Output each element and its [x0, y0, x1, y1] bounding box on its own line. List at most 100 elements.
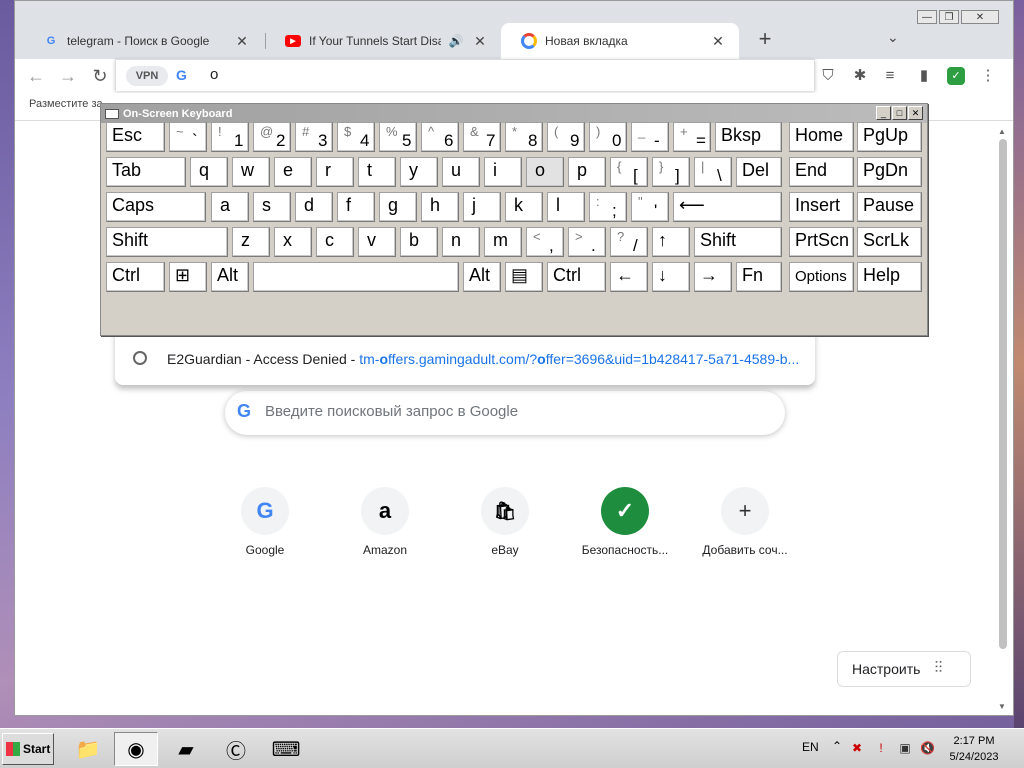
system-clock[interactable]: 2:17 PM 5/24/2023 [944, 733, 1004, 765]
key-del[interactable]: Del [736, 157, 782, 187]
address-bar[interactable]: VPN G o [115, 59, 815, 91]
key-c[interactable]: c [316, 227, 354, 257]
key-y[interactable]: y [400, 157, 438, 187]
back-icon[interactable]: ← [25, 65, 47, 87]
key-shift[interactable]: Shift [106, 227, 228, 257]
key-8[interactable]: * 8 [505, 122, 543, 152]
key-left-arrow[interactable]: ← [610, 262, 648, 292]
shield-extension-icon[interactable]: ⛉ [819, 67, 837, 85]
reload-icon[interactable]: ↻ [89, 65, 111, 87]
tab-new-tab[interactable]: Новая вкладка ✕ [501, 23, 739, 59]
key-4[interactable]: $4 [337, 122, 375, 152]
key-k[interactable]: k [505, 192, 543, 222]
tab-telegram-search[interactable]: G telegram - Поиск в Google ✕ [23, 23, 263, 59]
media-control-icon[interactable]: ≡ [881, 67, 899, 85]
shortcut-amazon[interactable]: a Amazon [329, 487, 441, 557]
shortcut-security[interactable]: ✓ Безопасность... [569, 487, 681, 557]
key-s[interactable]: s [253, 192, 291, 222]
start-button[interactable]: Start [2, 733, 54, 765]
close-icon[interactable]: ✕ [233, 33, 251, 50]
key-sym[interactable]: :; [589, 192, 627, 222]
language-indicator[interactable]: EN [802, 740, 819, 754]
key-5[interactable]: % 5 [379, 122, 417, 152]
key-v[interactable]: v [358, 227, 396, 257]
menu-icon[interactable]: ⋮ [979, 67, 997, 85]
key-l[interactable]: l [547, 192, 585, 222]
shortcut-google[interactable]: G Google [209, 487, 321, 557]
key-d[interactable]: d [295, 192, 333, 222]
key-scrlk[interactable]: ScrLk [857, 227, 922, 257]
key-sym[interactable]: _ - [631, 122, 669, 152]
address-input[interactable]: o [210, 66, 218, 83]
file-explorer-icon[interactable]: 📁 [66, 732, 110, 766]
key-down-arrow[interactable]: ↓ [652, 262, 690, 292]
shortcut-ebay[interactable]: 🛍 eBay [449, 487, 561, 557]
key-insert[interactable]: Insert [789, 192, 854, 222]
volume-muted-icon[interactable]: 🔇 [920, 741, 935, 755]
key-caps[interactable]: Caps [106, 192, 206, 222]
osk-title-bar[interactable]: On-Screen Keyboard _ □ ✕ [101, 104, 927, 123]
key-b[interactable]: b [400, 227, 438, 257]
scroll-down-icon[interactable]: ▼ [998, 702, 1006, 711]
key-sym[interactable]: <, [526, 227, 564, 257]
key-pause[interactable]: Pause [857, 192, 922, 222]
close-icon[interactable]: ✕ [709, 33, 727, 50]
key-help[interactable]: Help [857, 262, 922, 292]
key-sym[interactable]: }] [652, 157, 690, 187]
speaker-icon[interactable]: 🔊 [447, 34, 465, 48]
page-scrollbar[interactable]: ▲ ▼ [997, 125, 1009, 713]
vpn-badge[interactable]: VPN [126, 66, 168, 86]
scroll-thumb[interactable] [999, 139, 1007, 649]
key-enter[interactable]: ⟵ [673, 192, 782, 222]
warning-icon[interactable]: ! [874, 741, 888, 755]
key-u[interactable]: u [442, 157, 480, 187]
shortcut-add[interactable]: + Добавить соч... [689, 487, 801, 557]
key-sym[interactable]: ? / [610, 227, 648, 257]
key-home[interactable]: Home [789, 122, 854, 152]
key-context-menu[interactable]: ▤ [505, 262, 543, 292]
minimize-icon[interactable]: — [917, 10, 937, 24]
key-o[interactable]: o [526, 157, 564, 187]
key-x[interactable]: x [274, 227, 312, 257]
key-options[interactable]: Options [789, 262, 854, 292]
minimize-icon[interactable]: _ [876, 106, 891, 120]
key-i[interactable]: i [484, 157, 522, 187]
key-backslash[interactable]: | \ [694, 157, 732, 187]
tab-search-icon[interactable]: ⌄ [887, 29, 899, 46]
key-t[interactable]: t [358, 157, 396, 187]
chrome-taskbar-icon[interactable]: ◉ [114, 732, 158, 766]
key-z[interactable]: z [232, 227, 270, 257]
usb-icon[interactable]: ▣ [898, 741, 912, 755]
key-sym[interactable]: + = [673, 122, 711, 152]
key-prtscn[interactable]: PrtScn [789, 227, 854, 257]
key-right-arrow[interactable]: → [694, 262, 732, 292]
network-error-icon[interactable]: ✖ [850, 741, 864, 755]
key-ctrl[interactable]: Ctrl [547, 262, 606, 292]
key-pgdn[interactable]: PgDn [857, 157, 922, 187]
close-icon[interactable]: ✕ [471, 33, 489, 50]
osk-taskbar-icon[interactable]: ⌨ [264, 732, 308, 766]
key-r[interactable]: r [316, 157, 354, 187]
key-shift[interactable]: Shift [694, 227, 782, 257]
key-spacebar[interactable] [253, 262, 459, 292]
hardware-icon[interactable]: ▰ [164, 732, 208, 766]
tray-expand-icon[interactable]: ⌃ [832, 739, 842, 753]
key-fn[interactable]: Fn [736, 262, 782, 292]
ccleaner-icon[interactable]: Ⓒ [214, 732, 258, 766]
side-panel-icon[interactable]: ▮ [915, 67, 933, 85]
key-alt[interactable]: Alt [463, 262, 501, 292]
key-p[interactable]: p [568, 157, 606, 187]
key-a[interactable]: a [211, 192, 249, 222]
key-3[interactable]: #3 [295, 122, 333, 152]
key-m[interactable]: m [484, 227, 522, 257]
key-esc[interactable]: Esc [106, 122, 165, 152]
key-sym[interactable]: >. [568, 227, 606, 257]
security-extension-icon[interactable]: ✓ [947, 67, 965, 85]
key-2[interactable]: @2 [253, 122, 291, 152]
maximize-icon[interactable]: ❐ [939, 10, 959, 24]
key-up-arrow[interactable]: ↑ [652, 227, 690, 257]
key-j[interactable]: j [463, 192, 501, 222]
key-9[interactable]: (9 [547, 122, 585, 152]
key-e[interactable]: e [274, 157, 312, 187]
key-f[interactable]: f [337, 192, 375, 222]
